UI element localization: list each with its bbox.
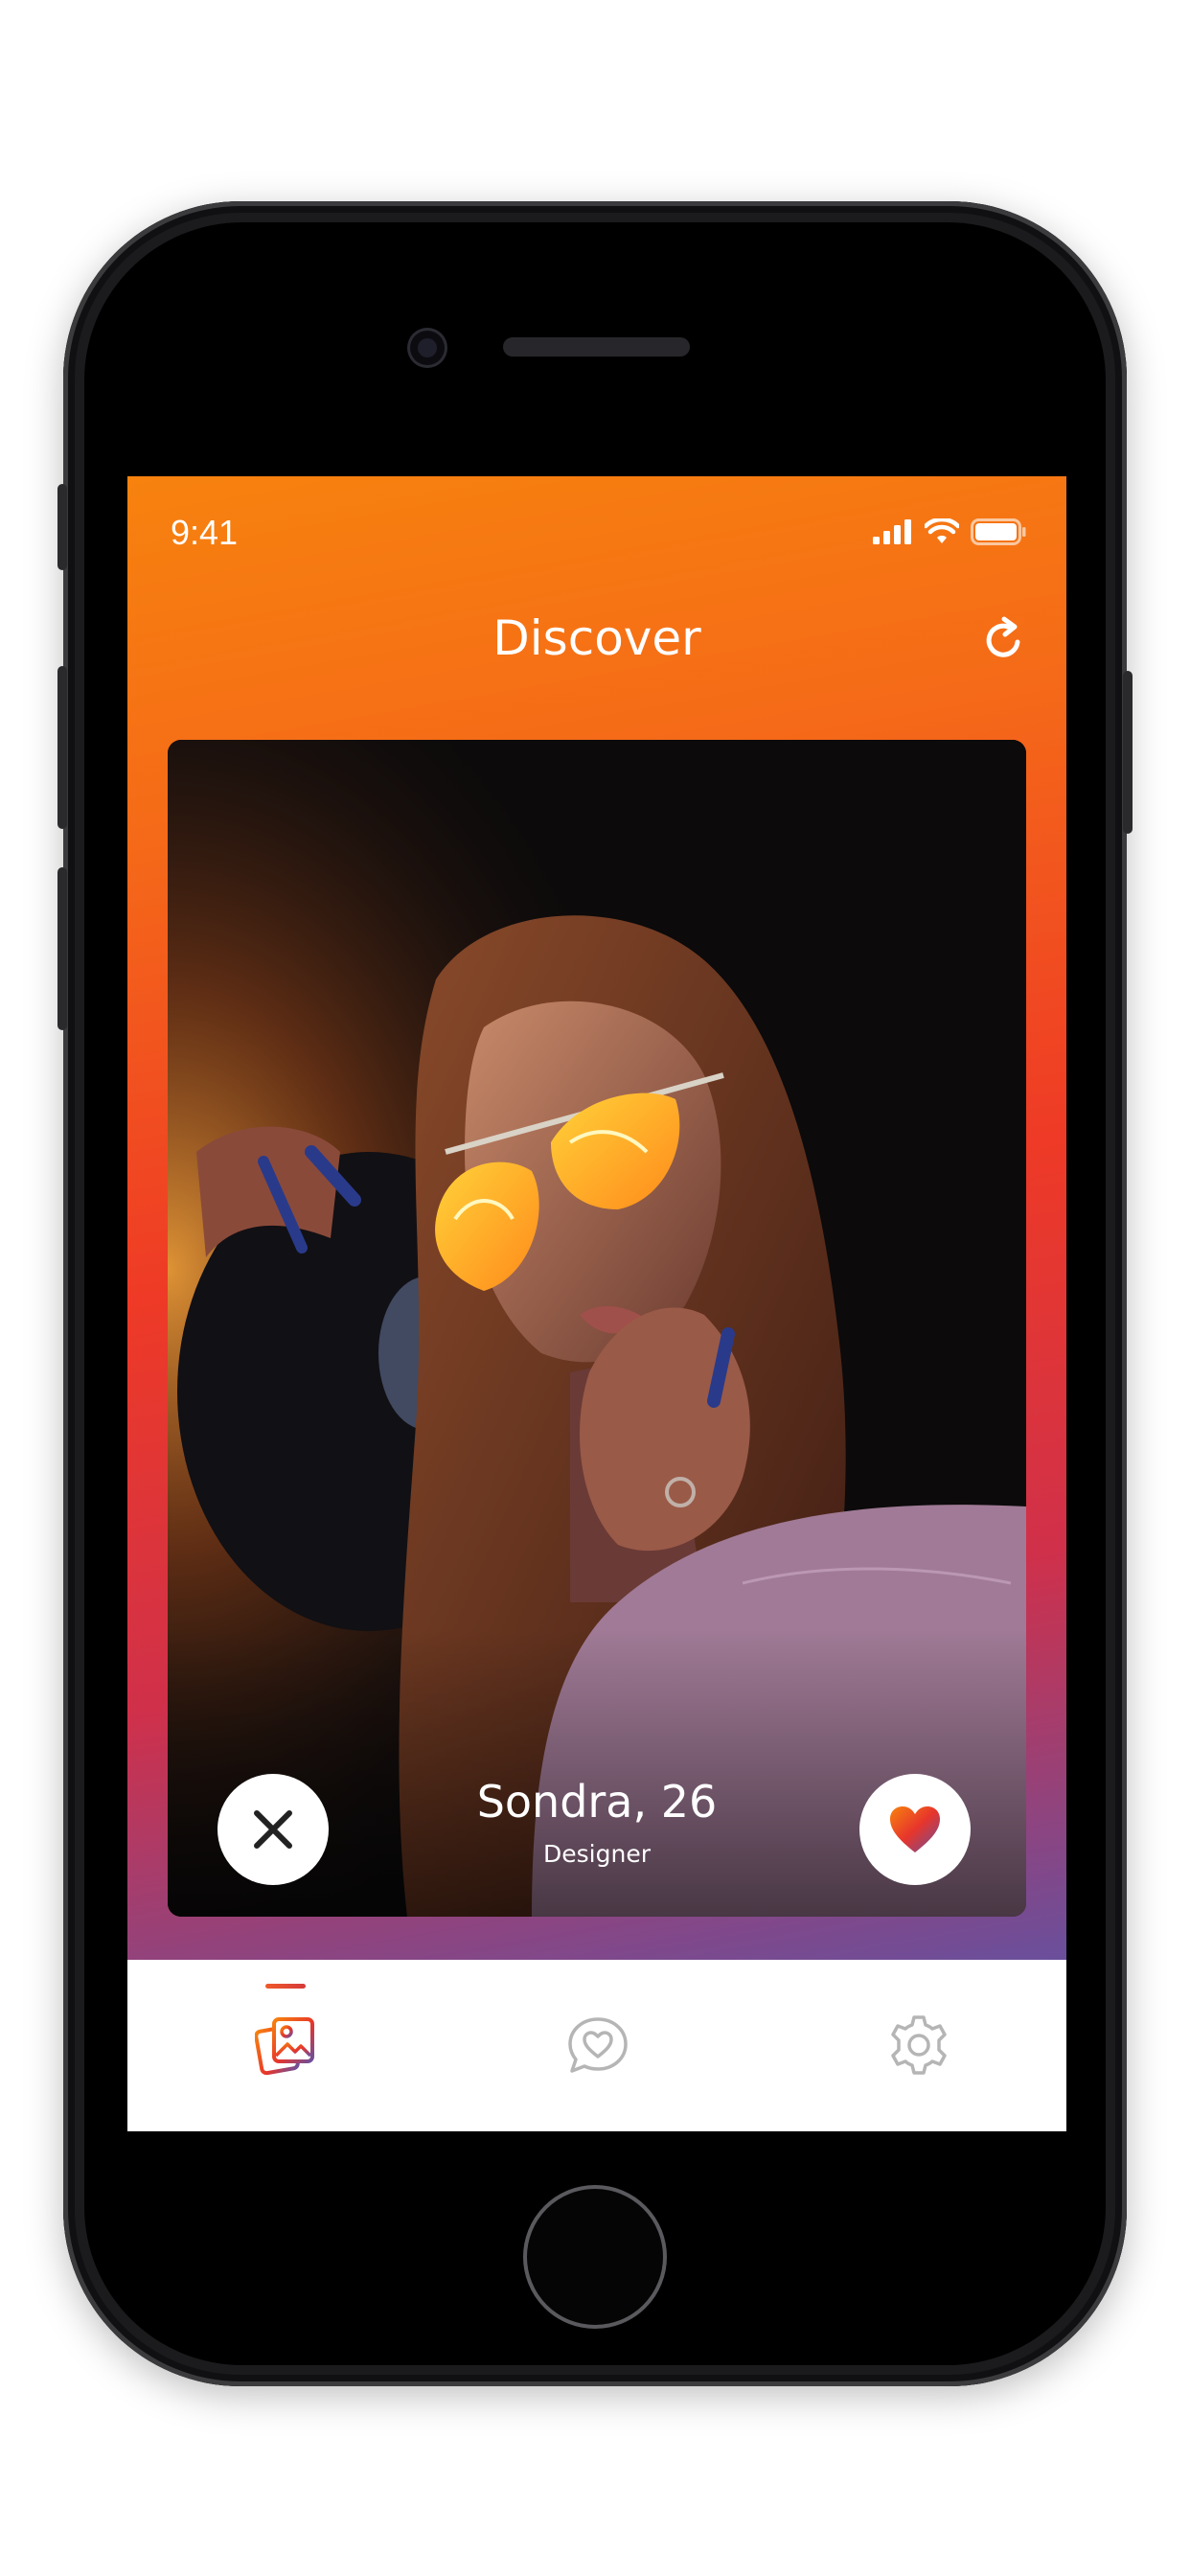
status-icons: [873, 513, 1026, 551]
tab-settings[interactable]: [860, 1960, 975, 2131]
cellular-signal-icon: [873, 519, 911, 544]
battery-icon: [971, 518, 1026, 545]
earpiece-speaker: [503, 337, 690, 356]
power-button: [1123, 671, 1133, 834]
silent-switch: [57, 484, 67, 570]
active-tab-indicator: [265, 1984, 306, 1989]
refresh-icon[interactable]: [978, 613, 1030, 665]
photos-icon: [255, 2017, 314, 2076]
volume-down-button: [57, 867, 67, 1030]
tab-bar: [127, 1960, 1066, 2131]
front-camera: [410, 331, 445, 365]
home-button[interactable]: [523, 2185, 667, 2329]
chat-heart-icon: [568, 2017, 628, 2073]
volume-up-button: [57, 666, 67, 829]
tab-matches[interactable]: [539, 1960, 654, 2131]
page-title: Discover: [492, 610, 701, 666]
like-button[interactable]: [859, 1774, 971, 1885]
status-time: 9:41: [171, 513, 239, 552]
tab-discover[interactable]: [228, 1960, 343, 2131]
heart-icon: [890, 1806, 940, 1852]
profile-card[interactable]: Sondra, 26 Designer: [168, 740, 1026, 1917]
app-screen: 9:41 Discover Sondra, 26 Designer: [127, 476, 1066, 2131]
gear-icon: [891, 2015, 947, 2075]
wifi-icon: [925, 518, 959, 543]
